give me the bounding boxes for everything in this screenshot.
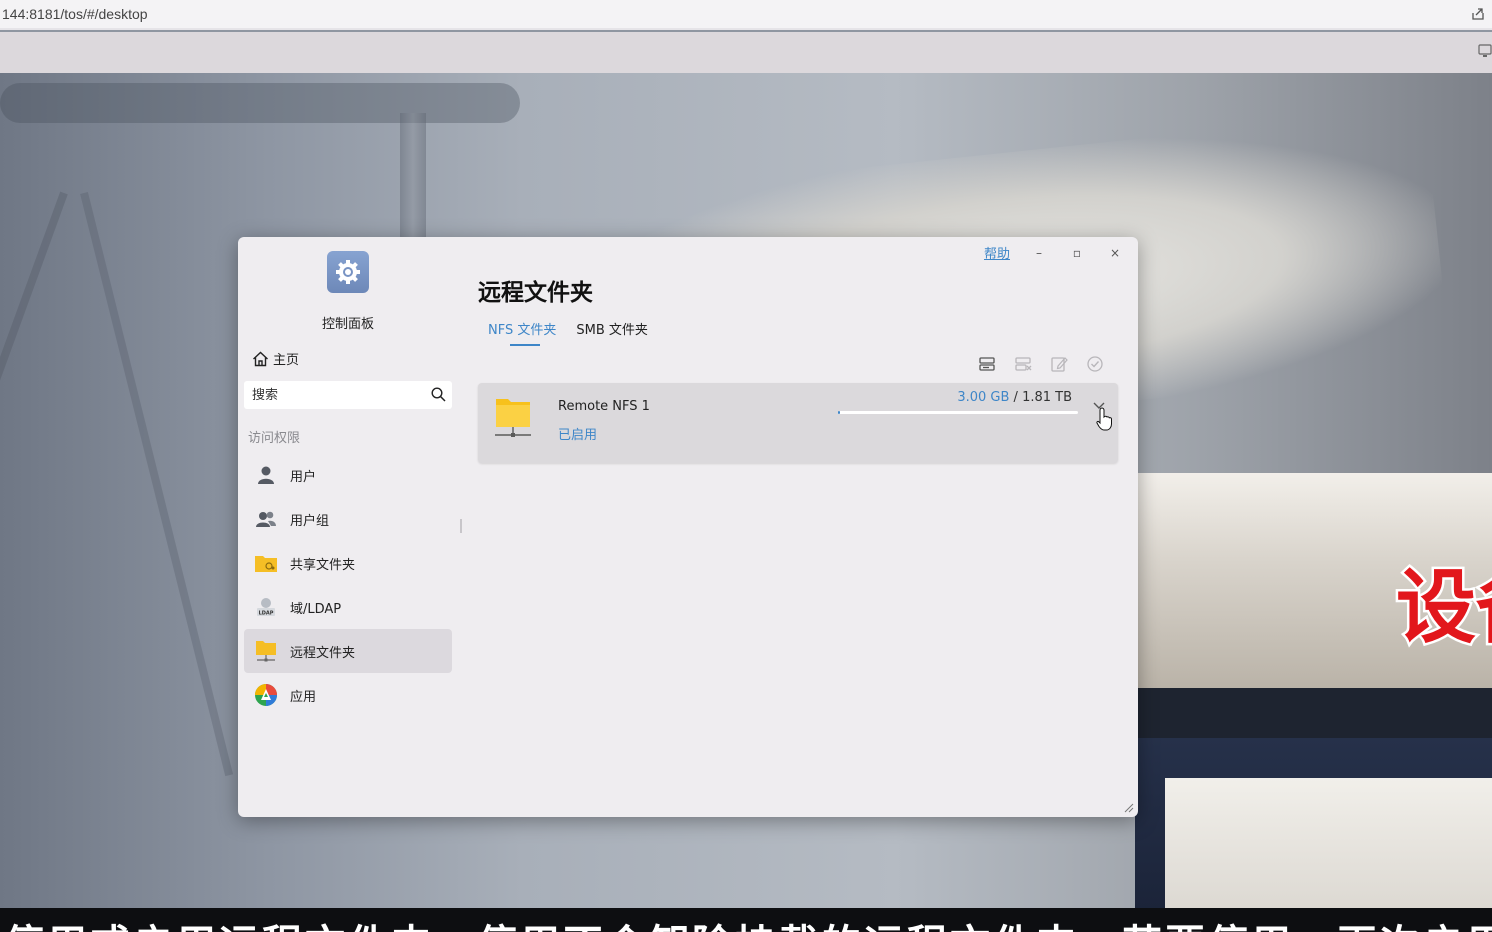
usage-separator: / xyxy=(1009,390,1023,405)
folder-status: 已启用 xyxy=(558,428,598,443)
scale-chain xyxy=(0,191,68,796)
sidebar-item-label: 用户 xyxy=(290,469,317,485)
sidebar-nav: 用户 用户组 共享文件夹 LDAP 域/LDAP 远程文件夹 应用 xyxy=(244,453,452,717)
monitor-icon[interactable] xyxy=(1478,44,1492,58)
sidebar: 控制面板 主页 访问权限 用户 xyxy=(238,237,458,817)
used-space: 3.00 GB xyxy=(957,390,1010,405)
tab-nfs-folders[interactable]: NFS 文件夹 xyxy=(488,319,556,346)
sidebar-item-shared-folders[interactable]: 共享文件夹 xyxy=(244,541,452,585)
search-box xyxy=(244,381,452,409)
mouse-pointer-icon xyxy=(1096,407,1112,431)
usage-progress-fill xyxy=(838,411,840,414)
sidebar-item-ldap[interactable]: LDAP 域/LDAP xyxy=(244,585,452,629)
sidebar-resize-handle[interactable] xyxy=(460,519,462,533)
home-label: 主页 xyxy=(273,353,300,368)
scale-beam xyxy=(0,83,520,123)
home-link[interactable]: 主页 xyxy=(252,349,299,368)
sidebar-item-label: 共享文件夹 xyxy=(290,557,356,573)
edit-icon[interactable] xyxy=(1050,355,1068,373)
tab-smb-folders[interactable]: SMB 文件夹 xyxy=(576,319,648,346)
desktop-top-bar xyxy=(0,32,1492,73)
sidebar-item-users[interactable]: 用户 xyxy=(244,453,452,497)
subtitle-text: 停用或启用远程文件夹，停用不会卸除挂载的远程文件夹，若要停用，再次启用 xyxy=(4,912,1492,932)
home-icon xyxy=(253,351,268,366)
window-resize-grip[interactable] xyxy=(1122,801,1134,813)
sidebar-item-apps[interactable]: 应用 xyxy=(244,673,452,717)
nfs-folder-icon xyxy=(495,399,531,437)
book-stack xyxy=(1135,688,1492,738)
sidebar-item-user-groups[interactable]: 用户组 xyxy=(244,497,452,541)
browser-address-bar: 144:8181/tos/#/desktop xyxy=(0,0,1492,30)
control-panel-window: 帮助 – ▫ × 控制面板 主页 搜索 访问权限 用户 用户组 共享文件夹 LD… xyxy=(238,237,1138,817)
sidebar-item-label: 用户组 xyxy=(290,513,330,529)
apps-icon xyxy=(254,683,278,707)
add-mount-icon[interactable] xyxy=(978,355,996,373)
app-title: 控制面板 xyxy=(321,317,374,332)
usage-progress-bar xyxy=(838,411,1078,414)
remove-icon[interactable] xyxy=(1014,355,1032,373)
control-panel-gear-icon xyxy=(327,251,369,293)
folder-type-tabs: NFS 文件夹 SMB 文件夹 xyxy=(488,319,648,346)
video-subtitle: 停用或启用远程文件夹，停用不会卸除挂载的远程文件夹，若要停用，再次启用 xyxy=(0,908,1492,932)
folder-usage: 3.00 GB / 1.81 TB xyxy=(957,390,1072,405)
search-icon[interactable] xyxy=(431,387,446,402)
folder-toolbar xyxy=(978,355,1104,373)
share-icon[interactable] xyxy=(1470,6,1486,22)
remote-folder-card[interactable]: Remote NFS 1 已启用 3.00 GB / 1.81 TB xyxy=(478,383,1118,463)
ldap-icon: LDAP xyxy=(254,595,278,619)
sidebar-item-remote-folders[interactable]: 远程文件夹 xyxy=(244,629,452,673)
user-icon xyxy=(254,463,278,487)
shared-folder-icon xyxy=(254,551,278,575)
main-pane: 远程文件夹 NFS 文件夹 SMB 文件夹 Remote NFS 1 已启用 3… xyxy=(478,237,1138,817)
book-stack xyxy=(1135,738,1492,932)
folder-name: Remote NFS 1 xyxy=(558,399,650,414)
user-group-icon xyxy=(254,507,278,531)
sidebar-item-label: 远程文件夹 xyxy=(290,645,356,661)
remote-folder-icon xyxy=(254,639,278,663)
total-space: 1.81 TB xyxy=(1022,390,1072,405)
sidebar-item-label: 域/LDAP xyxy=(290,601,342,617)
svg-text:LDAP: LDAP xyxy=(259,611,274,617)
page-title: 远程文件夹 xyxy=(478,280,593,306)
search-input[interactable] xyxy=(244,381,424,409)
sidebar-item-label: 应用 xyxy=(290,689,317,705)
section-label-access: 访问权限 xyxy=(248,431,301,446)
enable-check-icon[interactable] xyxy=(1086,355,1104,373)
overlay-title-text: 设备 xyxy=(1394,559,1492,657)
scale-chain xyxy=(80,192,234,777)
url-text[interactable]: 144:8181/tos/#/desktop xyxy=(2,6,148,22)
